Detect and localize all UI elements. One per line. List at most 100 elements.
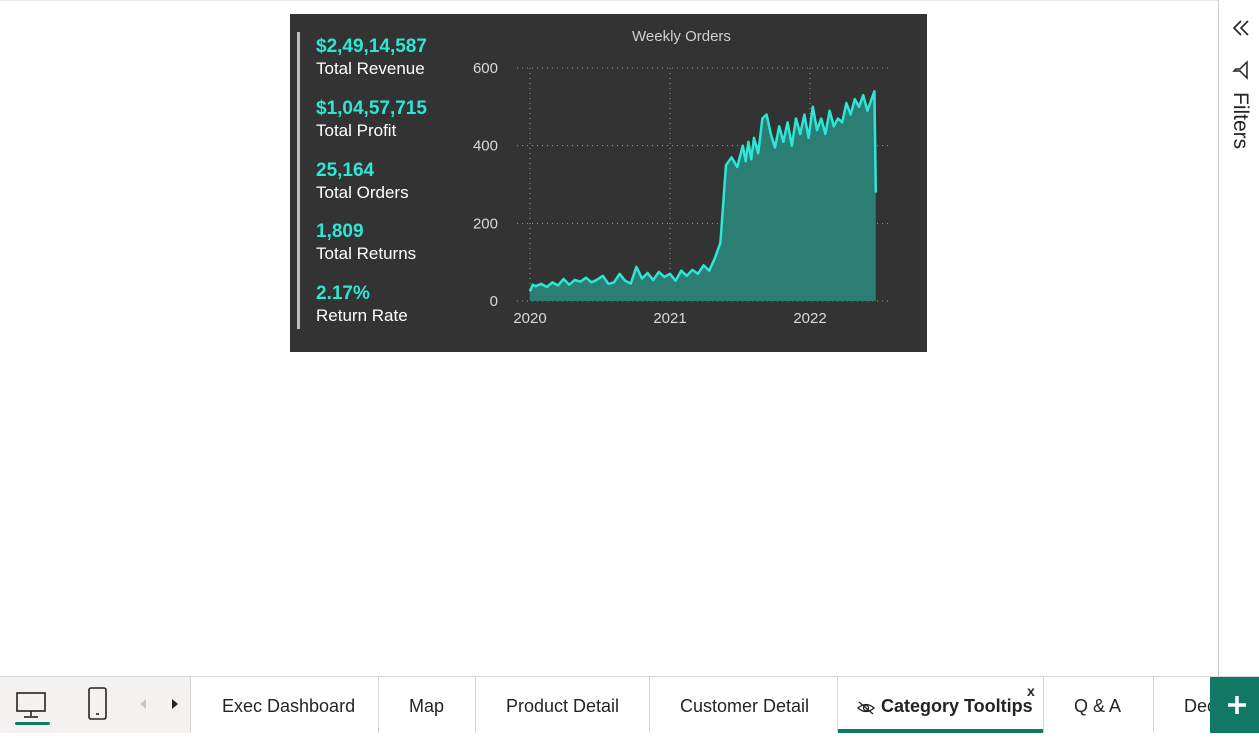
kpi-label: Total Profit <box>316 121 397 140</box>
data-point <box>703 264 705 266</box>
data-point <box>540 283 542 285</box>
filters-label[interactable]: Filters <box>1228 92 1252 149</box>
tab-category-tooltips[interactable]: Category Tooltips x <box>837 677 1043 733</box>
data-point <box>791 145 793 147</box>
tab-label: Map <box>409 696 445 716</box>
data-point <box>871 98 873 100</box>
kpi-value: 25,164 <box>316 160 375 181</box>
kpi-label: Total Orders <box>316 183 409 202</box>
scroll-left-icon[interactable] <box>136 695 150 713</box>
data-point <box>546 286 548 288</box>
y-tick-label: 0 <box>490 293 498 310</box>
data-point <box>824 133 826 135</box>
data-point <box>757 152 759 155</box>
kpi-label: Total Returns <box>316 244 417 263</box>
tab-map[interactable]: Map <box>378 677 475 733</box>
active-tab-indicator <box>838 729 1043 733</box>
data-point <box>753 137 755 139</box>
weekly-orders-chart[interactable]: 0 200 400 600 2020 2021 2022 <box>460 54 920 344</box>
double-chevron-left-icon[interactable] <box>1231 18 1251 38</box>
funnel-icon[interactable] <box>1231 60 1251 80</box>
data-point <box>714 257 716 259</box>
data-point <box>624 280 626 282</box>
filters-pane[interactable]: Filters <box>1218 0 1259 676</box>
data-point <box>630 282 632 285</box>
data-point <box>719 242 721 244</box>
data-point <box>866 110 868 112</box>
kpi-divider <box>297 32 300 329</box>
tab-label: Category Tooltips <box>881 696 1033 716</box>
data-point <box>591 281 593 283</box>
data-point <box>652 279 654 281</box>
data-point <box>841 121 843 123</box>
tab-exec-dashboard[interactable]: Exec Dashboard <box>190 677 378 733</box>
data-point <box>686 275 688 277</box>
data-point <box>854 98 856 100</box>
data-point <box>829 110 831 112</box>
kpi-label: Total Revenue <box>316 59 425 78</box>
data-point <box>803 114 805 116</box>
kpi-value: 2.17% <box>316 283 370 304</box>
tab-label: Customer Detail <box>680 696 810 716</box>
kpi-value: $2,49,14,587 <box>316 36 427 57</box>
y-tick-label: 200 <box>473 215 498 232</box>
data-point <box>862 94 864 96</box>
data-point <box>787 121 789 123</box>
add-page-button[interactable] <box>1210 677 1259 733</box>
data-point <box>658 271 660 273</box>
scroll-right-icon[interactable] <box>168 695 182 713</box>
data-point <box>680 270 682 272</box>
data-point <box>641 277 643 280</box>
data-point <box>529 290 531 292</box>
tooltip-card[interactable]: $2,49,14,587 Total Revenue $1,04,57,715 … <box>290 14 927 352</box>
kpi-return-rate: 2.17% Return Rate <box>316 283 408 326</box>
data-point <box>535 285 537 287</box>
data-point <box>647 272 649 274</box>
view-switcher <box>0 677 190 733</box>
data-point <box>816 129 818 131</box>
data-point <box>669 273 671 275</box>
kpi-total-revenue: $2,49,14,587 Total Revenue <box>316 36 427 79</box>
kpi-total-profit: $1,04,57,715 Total Profit <box>316 98 427 141</box>
data-point <box>675 280 677 282</box>
tab-product-detail[interactable]: Product Detail <box>475 677 649 733</box>
data-point <box>837 117 839 120</box>
data-point <box>745 160 747 162</box>
data-point <box>833 125 835 127</box>
active-view-indicator <box>15 722 50 725</box>
data-point <box>619 273 621 275</box>
series-area <box>530 91 876 301</box>
close-tab-icon[interactable]: x <box>1027 683 1035 699</box>
phone-icon[interactable] <box>80 685 116 725</box>
data-point <box>557 284 559 287</box>
data-point <box>812 106 814 108</box>
data-point <box>774 147 776 149</box>
data-point <box>602 275 604 277</box>
x-tick-label: 2020 <box>513 310 546 327</box>
tab-customer-detail[interactable]: Customer Detail <box>649 677 837 733</box>
tab-q-and-a[interactable]: Q & A <box>1043 677 1153 733</box>
x-tick-label: 2022 <box>793 310 826 327</box>
desktop-icon[interactable] <box>13 685 49 725</box>
chart-title: Weekly Orders <box>632 28 731 45</box>
data-point <box>799 133 801 135</box>
data-point <box>607 283 609 285</box>
data-point <box>691 269 693 271</box>
data-point <box>708 270 710 272</box>
data-point <box>782 141 784 143</box>
data-point <box>596 279 598 281</box>
tab-label: Product Detail <box>506 696 620 716</box>
data-point <box>750 158 752 160</box>
tab-dec[interactable]: Dec <box>1153 677 1210 733</box>
data-point <box>563 278 565 280</box>
data-point <box>551 281 553 283</box>
x-tick-label: 2021 <box>653 310 686 327</box>
data-point <box>568 284 570 286</box>
data-point <box>635 266 637 268</box>
data-point <box>858 106 860 108</box>
data-point <box>845 102 847 104</box>
kpi-label: Return Rate <box>316 306 408 325</box>
y-tick-label: 400 <box>473 138 498 155</box>
data-point <box>766 114 768 116</box>
data-point <box>663 276 665 278</box>
